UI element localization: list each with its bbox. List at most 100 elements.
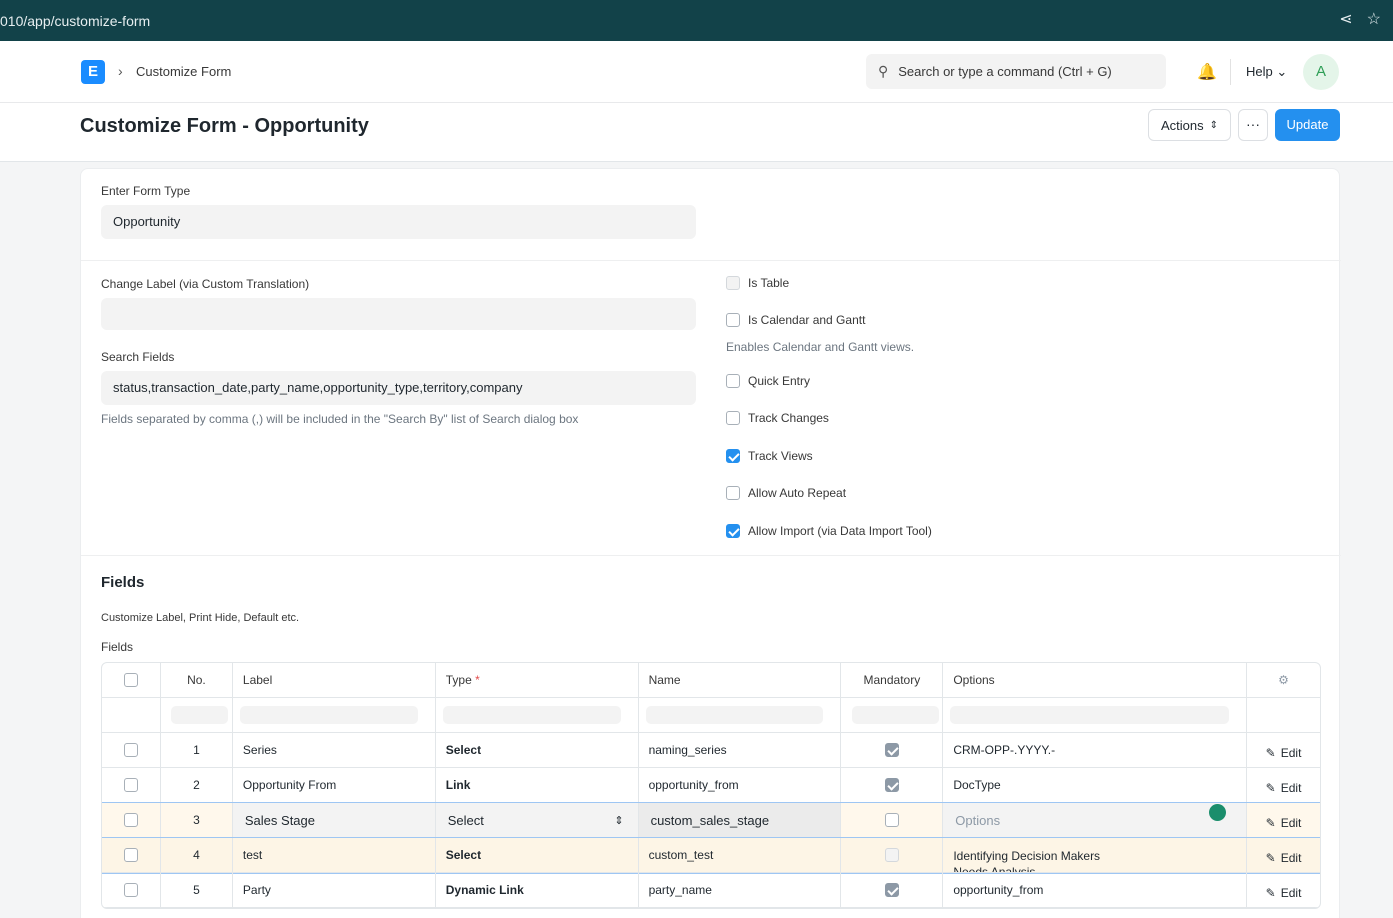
allow-auto-repeat-checkbox[interactable]: Allow Auto Repeat	[726, 486, 846, 500]
search-icon: ⚲	[878, 63, 889, 79]
filter-name[interactable]	[645, 706, 824, 724]
edit-label: Edit	[1280, 851, 1302, 865]
fields-grid-label: Fields	[101, 640, 134, 654]
row-checkbox[interactable]	[123, 743, 138, 757]
filter-no[interactable]	[171, 706, 229, 724]
row-name-input[interactable]: custom_sales_stage	[638, 803, 842, 837]
row-options-input[interactable]: Options	[943, 803, 1248, 837]
row-label-input[interactable]: Sales Stage	[232, 803, 436, 837]
avatar[interactable]: A	[1303, 54, 1339, 90]
checkbox[interactable]	[726, 313, 740, 327]
row-options[interactable]: CRM-OPP-.YYYY.-	[943, 733, 1248, 767]
section-divider	[81, 555, 1341, 556]
checkbox[interactable]	[726, 449, 740, 463]
row-label[interactable]: Series	[233, 733, 436, 767]
col-name: Name	[639, 663, 842, 697]
mandatory-checkbox[interactable]	[884, 848, 899, 862]
row-name[interactable]: party_name	[639, 873, 842, 907]
row-no: 1	[161, 733, 233, 767]
checkbox[interactable]	[726, 374, 740, 388]
checkbox[interactable]	[726, 486, 740, 500]
form-type-field[interactable]: Opportunity	[101, 205, 696, 239]
checkbox[interactable]	[726, 276, 740, 290]
required-mark: *	[475, 673, 480, 687]
filter-mandatory[interactable]	[851, 706, 939, 724]
search-fields-hint: Fields separated by comma (,) will be in…	[101, 412, 579, 426]
bookmark-star-icon[interactable]: ☆	[1367, 10, 1381, 30]
row-type[interactable]: Link	[436, 768, 639, 802]
search-fields-field[interactable]: status,transaction_date,party_name,oppor…	[101, 371, 696, 405]
table-row-editing[interactable]: 3 Sales Stage Select ⇕ custom_sales_stag…	[102, 802, 1320, 839]
row-options[interactable]: DocType	[943, 768, 1248, 802]
pencil-icon: ✎	[1265, 851, 1276, 865]
row-label[interactable]: test	[233, 838, 436, 872]
row-checkbox[interactable]	[123, 848, 138, 862]
help-label: Help	[1246, 64, 1273, 79]
chevron-right-icon: ›	[118, 63, 123, 79]
url-bar[interactable]: 010/app/customize-form	[0, 13, 150, 29]
row-options[interactable]: Identifying Decision Makers Needs Analys…	[943, 838, 1248, 872]
mandatory-checkbox[interactable]	[884, 743, 899, 757]
row-checkbox[interactable]	[123, 813, 138, 827]
browser-toolbar: 010/app/customize-form ⋖ ☆	[0, 0, 1393, 41]
fields-table: No. Label Type * Name Mandatory Options …	[101, 662, 1321, 909]
calendar-hint: Enables Calendar and Gantt views.	[726, 340, 915, 354]
more-menu-button[interactable]: ···	[1238, 109, 1268, 141]
filter-label[interactable]	[239, 706, 418, 724]
help-dropdown[interactable]: Help ⌄	[1246, 64, 1287, 80]
col-type-label: Type	[445, 673, 472, 687]
change-label-field[interactable]	[101, 298, 696, 330]
table-row[interactable]: 1 Series Select naming_series CRM-OPP-.Y…	[102, 733, 1320, 768]
row-name[interactable]: opportunity_from	[639, 768, 842, 802]
col-type: Type *	[436, 663, 639, 697]
row-checkbox[interactable]	[123, 778, 138, 792]
fields-section-title[interactable]: Fields	[101, 574, 144, 591]
breadcrumb[interactable]: Customize Form	[136, 64, 231, 79]
track-changes-checkbox[interactable]: Track Changes	[726, 411, 829, 425]
is-table-checkbox[interactable]: Is Table	[726, 276, 789, 290]
update-button[interactable]: Update	[1275, 109, 1340, 141]
row-type-select[interactable]: Select ⇕	[435, 803, 639, 837]
edit-row-button[interactable]: ✎ Edit	[1266, 781, 1302, 795]
app-logo[interactable]: E	[81, 60, 105, 84]
row-type[interactable]: Dynamic Link	[436, 873, 639, 907]
checkbox[interactable]	[726, 524, 740, 538]
checkbox[interactable]	[726, 411, 740, 425]
is-calendar-checkbox[interactable]: Is Calendar and Gantt	[726, 313, 865, 327]
col-options: Options	[943, 663, 1248, 697]
allow-import-checkbox[interactable]: Allow Import (via Data Import Tool)	[726, 524, 932, 538]
table-row[interactable]: 2 Opportunity From Link opportunity_from…	[102, 768, 1320, 803]
notification-bell-icon[interactable]: 🔔	[1197, 62, 1217, 82]
edit-row-button[interactable]: ✎ Edit	[1266, 886, 1302, 900]
filter-options[interactable]	[950, 706, 1230, 724]
share-icon[interactable]: ⋖	[1339, 10, 1352, 30]
row-label[interactable]: Opportunity From	[233, 768, 436, 802]
row-label[interactable]: Party	[233, 873, 436, 907]
form-type-label: Enter Form Type	[101, 184, 191, 198]
row-name[interactable]: custom_test	[639, 838, 842, 872]
row-checkbox[interactable]	[123, 883, 138, 897]
row-options-line-1: Identifying Decision Makers	[953, 849, 1101, 863]
track-views-checkbox[interactable]: Track Views	[726, 449, 813, 463]
edit-row-button[interactable]: ✎ Edit	[1266, 816, 1302, 830]
actions-button[interactable]: Actions ⇕	[1148, 109, 1231, 141]
edit-label: Edit	[1280, 781, 1302, 795]
select-all-checkbox[interactable]	[123, 673, 138, 687]
quick-entry-checkbox[interactable]: Quick Entry	[726, 374, 810, 388]
edit-row-button[interactable]: ✎ Edit	[1266, 746, 1302, 760]
row-type[interactable]: Select	[436, 733, 639, 767]
table-row[interactable]: 4 test Select custom_test Identifying De…	[102, 837, 1320, 874]
row-name[interactable]: naming_series	[639, 733, 842, 767]
row-type[interactable]: Select	[436, 838, 639, 872]
table-row[interactable]: 5 Party Dynamic Link party_name opportun…	[102, 873, 1320, 908]
mandatory-checkbox[interactable]	[884, 778, 899, 792]
mandatory-checkbox[interactable]	[884, 883, 899, 897]
search-input[interactable]: ⚲ Search or type a command (Ctrl + G)	[866, 54, 1166, 89]
edit-row-button[interactable]: ✎ Edit	[1266, 851, 1302, 865]
filter-type[interactable]	[442, 706, 621, 724]
row-options-line-2: Needs Analysis	[953, 865, 1036, 872]
allow-auto-repeat-label: Allow Auto Repeat	[748, 486, 847, 500]
row-options[interactable]: opportunity_from	[943, 873, 1248, 907]
mandatory-checkbox[interactable]	[884, 813, 899, 827]
gear-icon[interactable]: ⚙	[1278, 673, 1289, 687]
